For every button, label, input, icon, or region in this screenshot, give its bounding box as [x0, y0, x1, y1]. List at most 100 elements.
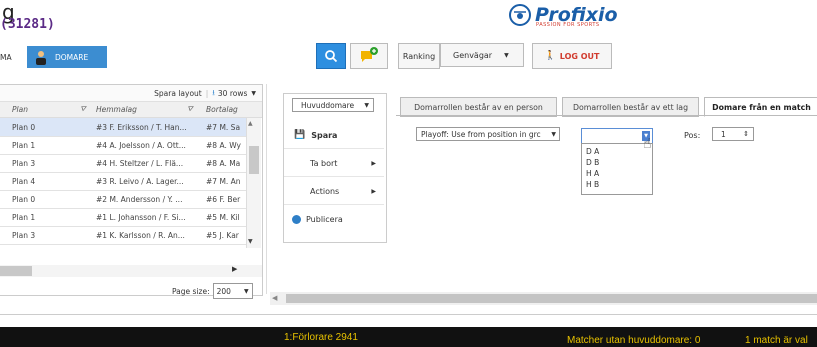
cell-bortalag: #5 M. Kil [206, 212, 240, 222]
logout-button[interactable]: 🚶 LOG OUT [532, 43, 612, 69]
option-item[interactable]: H A [586, 168, 599, 179]
pos-value: 1 [721, 129, 726, 139]
tab-lag[interactable]: Domarrollen består av ett lag [562, 97, 699, 117]
scroll-up-icon[interactable]: ▲ [248, 120, 253, 127]
grid-scrollbar[interactable]: ▲ ▼ [246, 118, 261, 248]
genvagar-dropdown[interactable]: Genvägar ▼ [440, 43, 524, 67]
cell-plan: Plan 0 [12, 194, 36, 204]
table-row[interactable]: Plan 3 #1 K. Karlsson / R. An... #5 J. Kar [0, 226, 246, 245]
menu-spara-label: Spara [311, 130, 338, 140]
nav-tab-partial[interactable]: MA [0, 46, 26, 68]
column-hemmalag[interactable]: Hemmalag [96, 105, 137, 114]
download-icon[interactable]: ⭳ [212, 87, 215, 100]
page-size-label: Page size: [172, 286, 210, 296]
h-scrollbar[interactable]: ▶ [0, 265, 262, 277]
cell-hemmalag: #4 H. Steltzer / L. Flä... [96, 158, 184, 168]
h-scroll-thumb[interactable] [0, 266, 32, 276]
option-item[interactable]: D B [586, 157, 599, 168]
filter-icon[interactable]: ⛛ [187, 105, 193, 114]
tab-lag-label: Domarrollen består av ett lag [572, 102, 689, 112]
menu-publicera[interactable]: Publicera [284, 206, 384, 232]
person-walk-icon: 🚶 [544, 51, 556, 61]
cell-bortalag: #7 M. Sa [206, 122, 241, 132]
splitter[interactable] [266, 84, 267, 294]
page-size-value: 200 [216, 286, 231, 296]
menu-actions[interactable]: Actions ▶ [284, 178, 384, 205]
tab-domare-label: DOMARE [55, 52, 89, 62]
playoff-select[interactable]: Playoff: Use from position in grc ▼ [416, 127, 560, 141]
scroll-left-icon[interactable]: ◀ [272, 294, 277, 302]
chevron-right-icon: ▶ [371, 159, 376, 167]
matches-grid: Spara layout | ⭳ 30 rows ▼ Plan ⛛ Hemmal… [0, 84, 263, 299]
scroll-thumb[interactable] [249, 146, 259, 174]
chevron-down-icon[interactable]: ▼ [251, 90, 256, 97]
match-status: 1 match är val [745, 335, 808, 346]
panel-h-scroll-thumb[interactable] [286, 294, 817, 303]
cell-bortalag: #7 M. An [206, 176, 241, 186]
chevron-right-icon: ▶ [371, 187, 376, 195]
chevron-down-icon: ▼ [551, 130, 556, 138]
logo-icon [509, 4, 531, 26]
tournament-id: (31281) [0, 17, 55, 32]
globe-icon [292, 214, 301, 224]
table-row[interactable]: Plan 0 #3 F. Eriksson / T. Han... #7 M. Sa [0, 118, 246, 137]
rows-count-select[interactable]: 30 rows [218, 89, 247, 98]
table-row[interactable]: Plan 4 #3 R. Leivo / A. Lager... #7 M. An [0, 172, 246, 191]
menu-publicera-label: Publicera [306, 214, 343, 224]
referee-icon [36, 51, 46, 65]
role-dropdown[interactable]: Huvuddomare ▼ [292, 98, 374, 112]
tab-match[interactable]: Domare från en match [704, 97, 817, 117]
notify-button[interactable] [350, 43, 388, 69]
column-plan[interactable]: Plan [12, 105, 28, 114]
cell-plan: Plan 0 [12, 122, 36, 132]
role-dropdown-value: Huvuddomare [301, 100, 355, 110]
save-layout-button[interactable]: Spara layout [154, 89, 202, 98]
cell-bortalag: #5 J. Kar [206, 230, 239, 240]
table-row[interactable]: Plan 1 #4 A. Joelsson / A. Ott... #8 A. Wy [0, 136, 246, 155]
pos-spinner[interactable]: 1 ⇕ [712, 127, 754, 141]
chevron-down-icon: ▼ [504, 51, 509, 59]
table-row[interactable]: Plan 1 #1 L. Johansson / F. Si... #5 M. Ki… [0, 208, 246, 227]
cell-bortalag: #8 A. Ma [206, 158, 241, 168]
menu-spara[interactable]: 💾 Spara [284, 122, 384, 149]
loser-status: 1:Förlorare 2941 [284, 332, 358, 343]
tab-person-label: Domarrollen består av en person [414, 102, 543, 112]
scroll-right-icon[interactable]: ▶ [232, 265, 237, 273]
ranking-label: Ranking [402, 51, 436, 61]
cell-hemmalag: #2 M. Andersson / Y. ... [96, 194, 183, 204]
cell-plan: Plan 3 [12, 230, 36, 240]
chevron-down-icon: ▼ [244, 287, 249, 295]
menu-ta-bort-label: Ta bort [310, 158, 338, 168]
hand-cursor-icon: ☝ [643, 136, 652, 152]
cell-hemmalag: #1 K. Karlsson / R. An... [96, 230, 185, 240]
matches-without-ref: Matcher utan huvuddomare: 0 [567, 335, 701, 346]
cell-plan: Plan 4 [12, 176, 36, 186]
cell-plan: Plan 3 [12, 158, 36, 168]
genvagar-label: Genvägar [453, 50, 493, 60]
menu-ta-bort[interactable]: Ta bort ▶ [284, 150, 384, 177]
panel-h-scrollbar[interactable]: ◀ [270, 292, 817, 305]
option-item[interactable]: D A [586, 146, 599, 157]
table-row[interactable]: Plan 0 #2 M. Andersson / Y. ... #6 F. Ber [0, 190, 246, 209]
option-list: D A D B H A H B [586, 146, 599, 190]
tab-person[interactable]: Domarrollen består av en person [400, 97, 557, 117]
playoff-select-value: Playoff: Use from position in grc [421, 129, 541, 139]
option-item[interactable]: H B [586, 179, 599, 190]
spinner-icon[interactable]: ⇕ [743, 130, 749, 138]
cell-hemmalag: #4 A. Joelsson / A. Ott... [96, 140, 186, 150]
ranking-button[interactable]: Ranking [398, 43, 440, 69]
chevron-down-icon: ▼ [364, 101, 369, 109]
scroll-down-icon[interactable]: ▼ [248, 238, 253, 245]
page-size-control: Page size: 200 ▼ [172, 283, 253, 299]
nav-tab-partial-label: MA [0, 52, 12, 62]
table-row[interactable]: Plan 3 #4 H. Steltzer / L. Flä... #8 A. Ma [0, 154, 246, 173]
tab-domare[interactable]: DOMARE [27, 46, 107, 68]
cell-plan: Plan 1 [12, 140, 36, 150]
column-bortalag[interactable]: Bortalag [206, 105, 238, 114]
search-button[interactable] [316, 43, 346, 69]
grid-body: Plan 0 #3 F. Eriksson / T. Han... #7 M. Sa… [0, 118, 262, 248]
cell-plan: Plan 1 [12, 212, 36, 222]
page-size-select[interactable]: 200 ▼ [212, 283, 253, 299]
filter-icon[interactable]: ⛛ [80, 105, 86, 114]
grid-header: Plan ⛛ Hemmalag ⛛ Bortalag [0, 102, 262, 118]
